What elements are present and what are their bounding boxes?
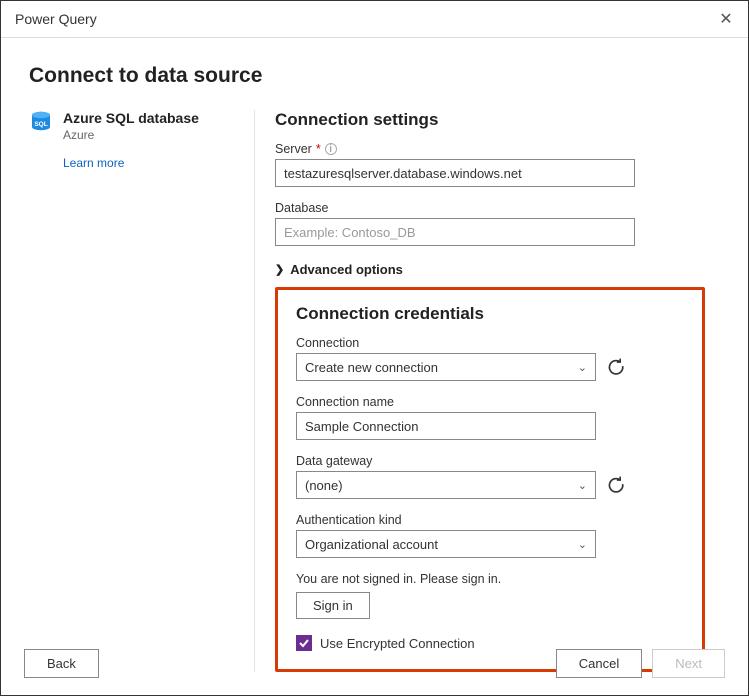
source-name: Azure SQL database	[63, 110, 199, 126]
server-label: Server * i	[275, 142, 720, 156]
back-button[interactable]: Back	[24, 649, 99, 678]
connection-settings-heading: Connection settings	[275, 110, 720, 130]
source-panel: SQL Azure SQL database Azure Learn more	[29, 110, 254, 672]
gateway-select[interactable]: (none) ⌄	[296, 471, 596, 499]
signin-button[interactable]: Sign in	[296, 592, 370, 619]
chevron-down-icon: ⌄	[578, 479, 587, 492]
connection-name-input[interactable]	[296, 412, 596, 440]
connection-credentials-heading: Connection credentials	[296, 304, 684, 324]
next-button: Next	[652, 649, 725, 678]
connection-select[interactable]: Create new connection ⌄	[296, 353, 596, 381]
learn-more-link[interactable]: Learn more	[63, 156, 244, 170]
advanced-options-toggle[interactable]: ❯ Advanced options	[275, 262, 720, 277]
auth-kind-label: Authentication kind	[296, 513, 684, 527]
svg-text:SQL: SQL	[34, 121, 47, 128]
page-title: Connect to data source	[29, 64, 720, 88]
database-input[interactable]	[275, 218, 635, 246]
source-provider: Azure	[63, 128, 199, 142]
footer: Back Cancel Next	[0, 637, 749, 696]
connection-label: Connection	[296, 336, 684, 350]
server-input[interactable]	[275, 159, 635, 187]
sql-database-icon: SQL	[29, 110, 53, 134]
gateway-label: Data gateway	[296, 454, 684, 468]
close-icon[interactable]: ✕	[714, 9, 738, 29]
database-label: Database	[275, 201, 720, 215]
cancel-button[interactable]: Cancel	[556, 649, 642, 678]
auth-kind-select[interactable]: Organizational account ⌄	[296, 530, 596, 558]
connection-credentials-section: Connection credentials Connection Create…	[275, 287, 705, 672]
chevron-down-icon: ⌄	[578, 538, 587, 551]
required-asterisk: *	[316, 142, 321, 156]
info-icon[interactable]: i	[325, 143, 337, 155]
window-title: Power Query	[15, 11, 97, 27]
refresh-icon[interactable]	[606, 475, 626, 495]
connection-name-label: Connection name	[296, 395, 684, 409]
chevron-right-icon: ❯	[275, 263, 284, 276]
titlebar: Power Query ✕	[1, 1, 748, 38]
refresh-icon[interactable]	[606, 357, 626, 377]
chevron-down-icon: ⌄	[578, 361, 587, 374]
signin-message: You are not signed in. Please sign in.	[296, 572, 684, 586]
